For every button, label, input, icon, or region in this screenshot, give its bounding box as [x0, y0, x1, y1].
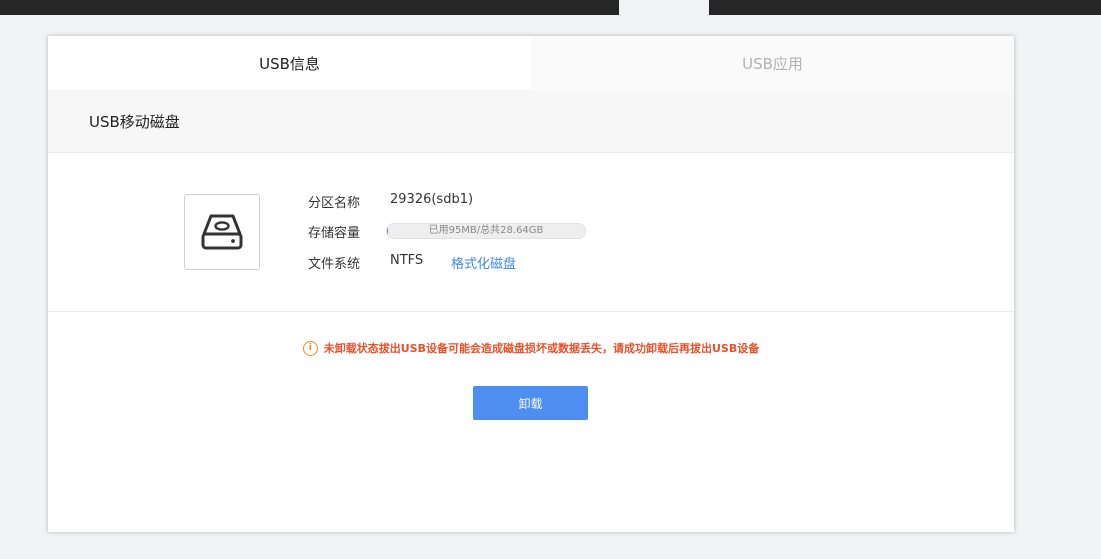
usb-panel: USB信息 USB应用 USB移动磁盘 分区名称 29326(sdb1) 存储容… [48, 36, 1014, 532]
file-system-value: NTFS [390, 253, 424, 268]
partition-name-value: 29326(sdb1) [390, 192, 474, 207]
tab-bar: USB信息 USB应用 [48, 36, 1014, 90]
storage-capacity-bar: 已用95MB/总共28.64GB [386, 223, 586, 239]
tab-usb-apps[interactable]: USB应用 [531, 36, 1014, 90]
storage-capacity-label: 存储容量 [308, 226, 361, 241]
top-bar-right [709, 0, 1101, 15]
warning-text: 未卸载状态拔出USB设备可能会造成磁盘损坏或数据丢失，请成功卸载后再拔出USB设… [323, 342, 760, 355]
storage-capacity-text: 已用95MB/总共28.64GB [428, 225, 544, 236]
file-system-label: 文件系统 [308, 257, 361, 272]
unmount-button[interactable]: 卸载 [473, 386, 588, 420]
divider [48, 311, 1014, 312]
section-header: USB移动磁盘 [48, 90, 1014, 153]
section-title: USB移动磁盘 [89, 113, 180, 131]
disk-icon-box [184, 194, 260, 270]
info-icon: i [302, 340, 318, 356]
top-bar-left [0, 0, 619, 15]
tab-usb-info[interactable]: USB信息 [48, 36, 531, 90]
format-disk-link[interactable]: 格式化磁盘 [451, 253, 516, 272]
unmount-warning: i 未卸载状态拔出USB设备可能会造成磁盘损坏或数据丢失，请成功卸载后再拔出US… [48, 338, 1014, 358]
partition-name-label: 分区名称 [308, 196, 361, 211]
hard-drive-icon [201, 214, 243, 250]
